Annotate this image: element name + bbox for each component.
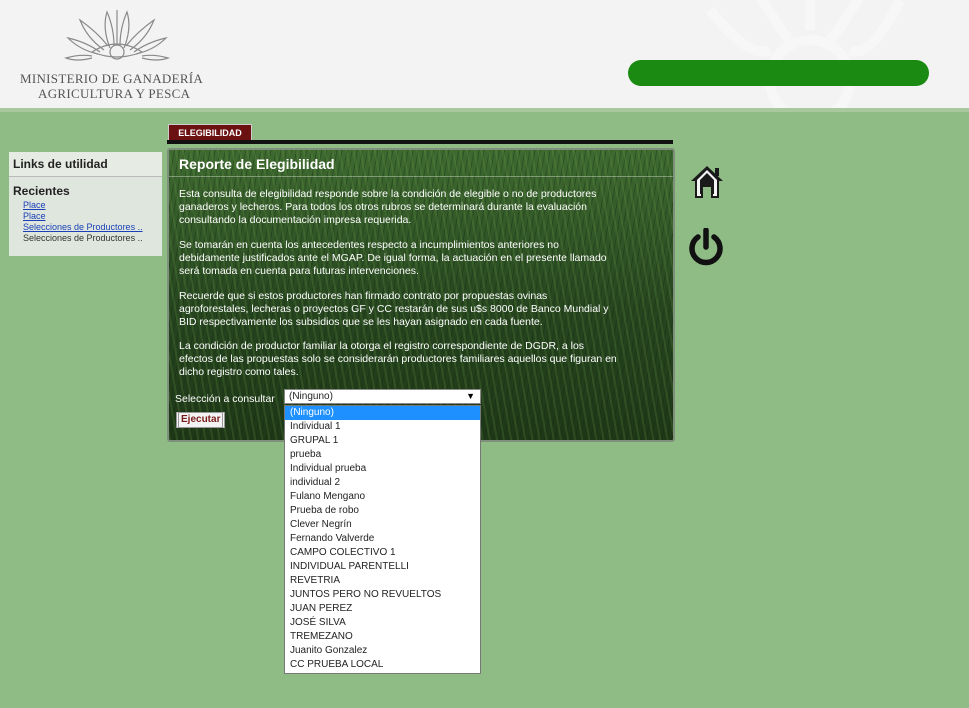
recent-item-selecciones-1[interactable]: Selecciones de Productores .. (9, 222, 162, 233)
sidebar: Links de utilidad Recientes Place Place … (9, 152, 162, 256)
sun-logo-icon (64, 10, 170, 61)
recent-item-place-2[interactable]: Place (9, 211, 162, 222)
selection-label: Selección a consultar (175, 393, 275, 405)
report-paragraph-1: Esta consulta de elegibilidad responde s… (179, 188, 597, 226)
header: MINISTERIO DE GANADERÍA AGRICULTURA Y PE… (0, 0, 969, 112)
dropdown-option[interactable]: Fulano Mengano (285, 490, 480, 504)
dropdown-option[interactable]: GRUPAL 1 (285, 434, 480, 448)
dropdown-option[interactable]: Clever Negrín (285, 518, 480, 532)
dropdown-option[interactable]: Individual 1 (285, 420, 480, 434)
dropdown-option[interactable]: CC PRUEBA LOCAL (285, 658, 480, 672)
tab-underline (167, 140, 673, 144)
selection-current-value: (Ninguno) (289, 391, 333, 402)
recent-item-place-1[interactable]: Place (9, 200, 162, 211)
dropdown-option[interactable]: JOSÉ SILVA (285, 616, 480, 630)
dropdown-option[interactable]: Juanito Gonzalez (285, 644, 480, 658)
dropdown-option[interactable]: INDIVIDUAL PARENTELLI (285, 560, 480, 574)
dropdown-option[interactable]: (Ninguno) (285, 406, 480, 420)
execute-button[interactable]: Ejecutar (176, 412, 226, 428)
header-status-bar (628, 60, 929, 86)
ministry-name-line1: MINISTERIO DE GANADERÍA (20, 71, 204, 86)
dropdown-option[interactable]: Individual prueba (285, 462, 480, 476)
sidebar-links-title[interactable]: Links de utilidad (9, 152, 162, 177)
recent-item-selecciones-2: Selecciones de Productores .. (23, 233, 143, 243)
dropdown-option[interactable]: CAMPO COLECTIVO 1 (285, 546, 480, 560)
selection-dropdown[interactable]: (Ninguno) ▼ (284, 389, 481, 404)
power-icon[interactable] (687, 228, 725, 268)
dropdown-option[interactable]: Prueba de robo (285, 504, 480, 518)
dropdown-option[interactable]: individual 2 (285, 476, 480, 490)
report-paragraph-4: La condición de productor familiar la ot… (179, 340, 617, 378)
dropdown-option[interactable]: REVETRIA (285, 574, 480, 588)
dropdown-arrow-icon[interactable]: ▼ (466, 390, 475, 403)
report-paragraph-3: Recuerde que si estos productores han fi… (179, 290, 609, 328)
header-sun-watermark (706, 0, 905, 108)
dropdown-option[interactable]: Fernando Valverde (285, 532, 480, 546)
dropdown-options-list: (Ninguno) Individual 1 GRUPAL 1 prueba I… (284, 405, 481, 674)
home-icon[interactable] (689, 164, 725, 200)
ministry-logo[interactable]: MINISTERIO DE GANADERÍA AGRICULTURA Y PE… (20, 8, 220, 103)
tab-elegibilidad[interactable]: ELEGIBILIDAD (168, 124, 252, 141)
report-title: Reporte de Elegibilidad (169, 157, 673, 177)
ministry-name-line2: AGRICULTURA Y PESCA (38, 86, 191, 101)
dropdown-option[interactable]: JUNTOS PERO NO REVUELTOS (285, 588, 480, 602)
sidebar-recent-title: Recientes (13, 184, 70, 198)
dropdown-option[interactable]: JUAN PEREZ (285, 602, 480, 616)
report-paragraph-2: Se tomarán en cuenta los antecedentes re… (179, 239, 607, 277)
dropdown-option[interactable]: TREMEZANO (285, 630, 480, 644)
dropdown-option[interactable]: prueba (285, 448, 480, 462)
